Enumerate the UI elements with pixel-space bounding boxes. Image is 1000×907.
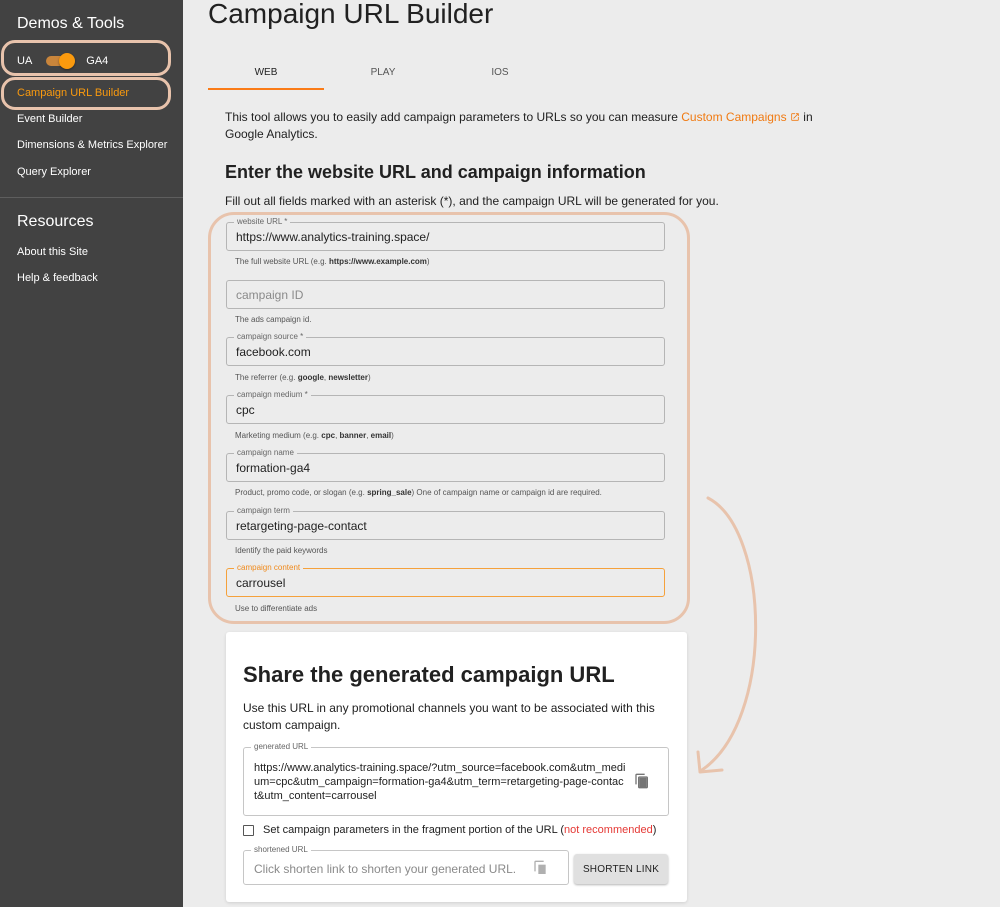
- fragment-checkbox[interactable]: [243, 824, 254, 836]
- campaign-source-help-end: ): [367, 373, 371, 382]
- campaign-term-help: Identify the paid keywords: [235, 546, 328, 555]
- tab-indicator: [208, 88, 324, 90]
- copy-shortened-icon[interactable]: [533, 859, 549, 877]
- campaign-medium-help-example-2: banner: [339, 431, 367, 440]
- shortened-url-placeholder: Click shorten link to shorten your gener…: [254, 862, 517, 876]
- campaign-medium-help: Marketing medium (e.g. cpc, banner, emai…: [235, 431, 394, 440]
- fill-out-instructions: Fill out all fields marked with an aster…: [225, 194, 719, 208]
- intro-text-start: This tool allows you to easily add campa…: [225, 110, 682, 124]
- custom-campaigns-link[interactable]: Custom Campaigns: [681, 110, 800, 124]
- campaign-source-help-example-2: newsletter: [328, 373, 368, 382]
- campaign-source-field: campaign source *: [226, 332, 665, 366]
- not-recommended-warning: not recommended: [564, 824, 653, 836]
- campaign-term-field: campaign term: [226, 506, 665, 540]
- campaign-name-help-example: spring_sale: [367, 488, 412, 497]
- copy-icon[interactable]: [634, 772, 650, 790]
- sidebar-item-dimensions-metrics-explorer[interactable]: Dimensions & Metrics Explorer: [17, 139, 167, 151]
- shortened-url-field: shortened URL Click shorten link to shor…: [243, 845, 569, 885]
- campaign-content-help: Use to differentiate ads: [235, 604, 318, 613]
- sidebar-item-help-feedback[interactable]: Help & feedback: [17, 272, 98, 284]
- website-url-help: The full website URL (e.g. https://www.e…: [235, 257, 430, 266]
- campaign-medium-input[interactable]: [236, 396, 656, 423]
- sidebar-item-about[interactable]: About this Site: [17, 246, 88, 258]
- section-title: Enter the website URL and campaign infor…: [225, 162, 646, 182]
- toggle-left-label: UA: [17, 55, 33, 67]
- campaign-name-field: campaign name: [226, 448, 665, 482]
- campaign-term-input[interactable]: [236, 512, 656, 539]
- sidebar-divider: [0, 197, 183, 198]
- campaign-medium-help-end: ): [391, 431, 394, 440]
- sidebar: Demos & Tools UA GA4 Campaign URL Builde…: [0, 0, 183, 907]
- campaign-source-help: The referrer (e.g. google, newsletter): [235, 373, 371, 382]
- campaign-source-help-start: The referrer (e.g.: [235, 373, 298, 382]
- website-url-field: website URL *: [226, 217, 665, 251]
- sidebar-item-query-explorer[interactable]: Query Explorer: [17, 166, 91, 178]
- campaign-medium-help-example-3: email: [370, 431, 392, 440]
- campaign-content-input[interactable]: [236, 569, 656, 596]
- resources-heading: Resources: [17, 213, 94, 230]
- external-link-icon: [791, 113, 799, 121]
- campaign-name-help-end: ) One of campaign name or campaign id ar…: [411, 488, 602, 497]
- tab-play[interactable]: PLAY: [325, 58, 441, 88]
- platform-tabs: WEB PLAY IOS: [208, 58, 688, 90]
- generated-url-field: generated URL https://www.analytics-trai…: [243, 742, 669, 816]
- share-card: Share the generated campaign URL Use thi…: [226, 632, 687, 902]
- annotation-arrow: [696, 496, 758, 774]
- toggle-thumb[interactable]: [59, 53, 76, 69]
- tab-ios[interactable]: IOS: [442, 58, 558, 88]
- page-title: Campaign URL Builder: [208, 0, 494, 29]
- shortened-url-label: shortened URL: [251, 845, 311, 855]
- sidebar-item-campaign-url-builder[interactable]: Campaign URL Builder: [17, 87, 129, 99]
- campaign-id-help: The ads campaign id.: [235, 315, 312, 324]
- campaign-content-field: campaign content: [226, 563, 665, 597]
- intro-text: This tool allows you to easily add campa…: [225, 109, 825, 143]
- tab-web[interactable]: WEB: [208, 58, 324, 88]
- website-url-help-end: ): [426, 257, 430, 266]
- sidebar-item-event-builder[interactable]: Event Builder: [17, 113, 82, 125]
- toggle-switch[interactable]: [46, 53, 76, 69]
- campaign-id-input[interactable]: [236, 281, 656, 308]
- toggle-right-label: GA4: [86, 55, 109, 67]
- website-url-help-start: The full website URL (e.g.: [235, 257, 329, 266]
- campaign-source-help-example-1: google: [297, 373, 324, 382]
- demos-tools-heading: Demos & Tools: [17, 15, 125, 32]
- campaign-name-input[interactable]: [236, 454, 656, 481]
- fragment-label: Set campaign parameters in the fragment …: [263, 824, 565, 836]
- campaign-id-field: [226, 280, 665, 309]
- fragment-option: Set campaign parameters in the fragment …: [243, 824, 656, 836]
- campaign-medium-field: campaign medium *: [226, 390, 665, 424]
- fragment-label-close: ): [652, 824, 657, 836]
- website-url-help-example: https://www.example.com: [328, 257, 427, 266]
- share-title: Share the generated campaign URL: [243, 662, 615, 687]
- share-description: Use this URL in any promotional channels…: [243, 701, 655, 732]
- campaign-medium-help-start: Marketing medium (e.g.: [235, 431, 322, 440]
- custom-campaigns-link-label: Custom Campaigns: [681, 110, 787, 124]
- campaign-medium-help-example-1: cpc: [321, 431, 336, 440]
- website-url-input[interactable]: [236, 223, 656, 250]
- ua-ga4-toggle[interactable]: UA GA4: [17, 53, 109, 69]
- campaign-name-help-start: Product, promo code, or slogan (e.g.: [235, 488, 368, 497]
- generated-url-label: generated URL: [251, 742, 312, 752]
- campaign-source-input[interactable]: [236, 338, 656, 365]
- shorten-link-button[interactable]: SHORTEN LINK: [574, 854, 668, 884]
- generated-url-text[interactable]: https://www.analytics-training.space/?ut…: [254, 761, 626, 803]
- campaign-name-help: Product, promo code, or slogan (e.g. spr…: [235, 488, 602, 497]
